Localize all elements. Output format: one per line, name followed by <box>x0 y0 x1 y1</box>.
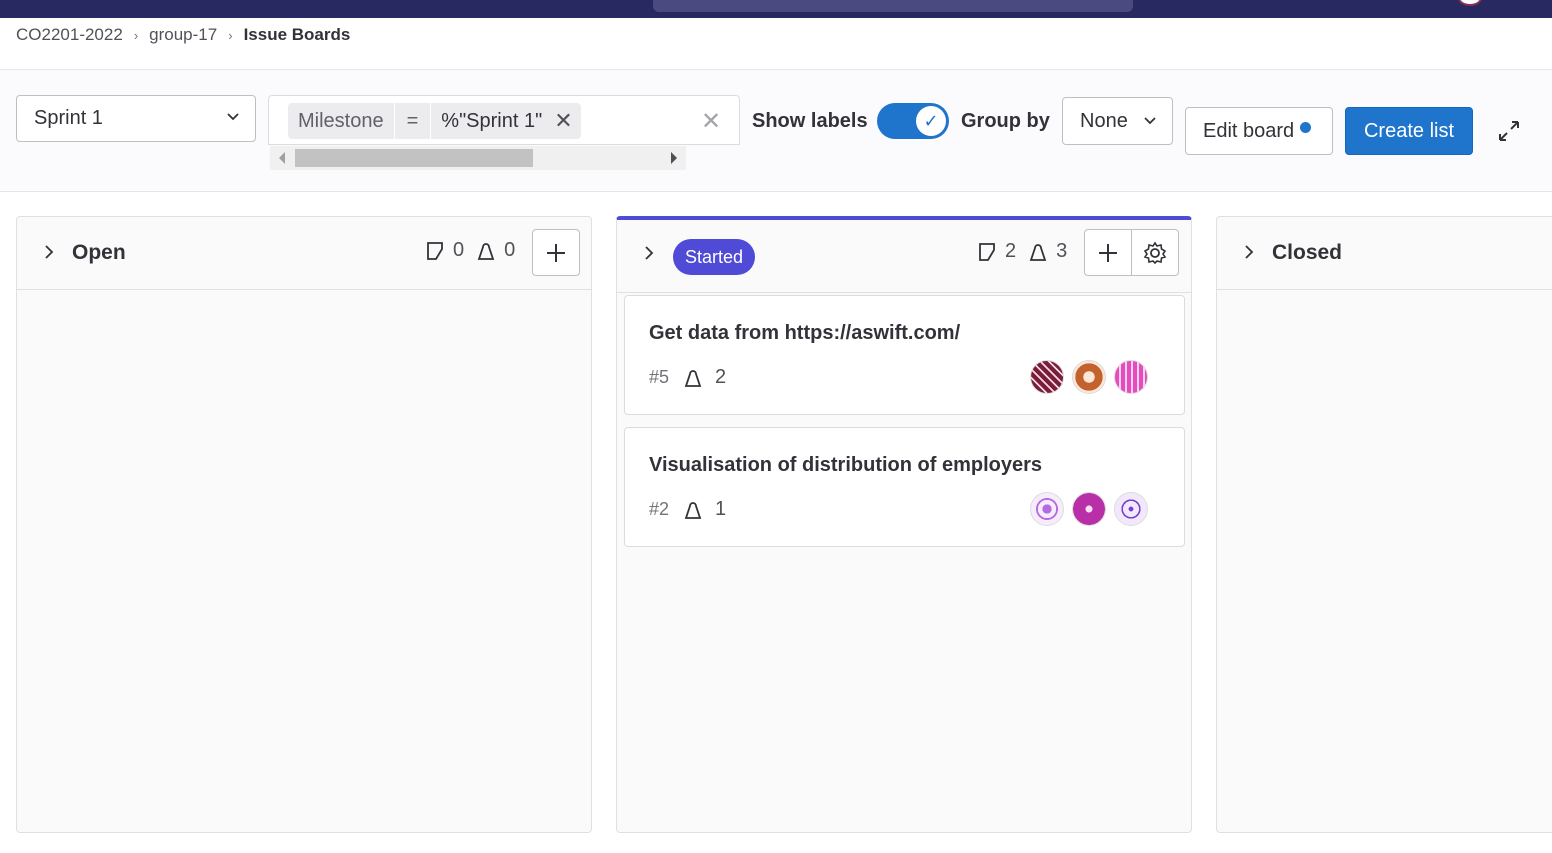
breadcrumb-project[interactable]: group-17 <box>149 25 217 45</box>
breadcrumb-separator-icon: › <box>133 27 139 43</box>
issue-meta: #5 2 <box>649 366 726 389</box>
weight-count: 3 <box>1056 240 1068 262</box>
issue-weight: 2 <box>715 366 727 388</box>
issue-number: #5 <box>649 367 670 387</box>
chevron-right-icon[interactable] <box>1243 245 1255 259</box>
issue-card[interactable]: Visualisation of distribution of employe… <box>624 427 1185 547</box>
show-labels-toggle[interactable]: ✓ <box>877 103 949 139</box>
edit-board-button[interactable]: Edit board <box>1185 107 1333 155</box>
issue-count: 2 <box>1005 240 1017 262</box>
breadcrumb-group[interactable]: CO2201-2022 <box>16 25 123 45</box>
group-by-value: None <box>1080 109 1128 132</box>
scroll-left-arrow-icon[interactable] <box>279 152 285 164</box>
breadcrumb: CO2201-2022 › group-17 › Issue Boards <box>16 22 350 48</box>
chevron-right-icon[interactable] <box>43 245 55 259</box>
global-search-bar[interactable] <box>653 0 1133 12</box>
list-settings-button[interactable] <box>1131 229 1179 276</box>
list-header: Started 2 3 <box>617 220 1191 293</box>
list-header: Open 0 0 <box>17 217 591 290</box>
assignee-avatar[interactable] <box>1030 360 1064 394</box>
breadcrumb-current[interactable]: Issue Boards <box>244 25 351 45</box>
remove-token-icon[interactable]: ✕ <box>554 108 572 134</box>
assignee-avatar[interactable] <box>1114 360 1148 394</box>
list-counts: 0 0 <box>425 239 515 262</box>
issues-icon <box>979 242 995 261</box>
user-avatar[interactable] <box>1458 0 1482 6</box>
chevron-down-icon <box>227 113 239 121</box>
filter-token-operator: = <box>393 103 432 139</box>
plus-icon <box>547 243 565 262</box>
chevron-right-icon[interactable] <box>643 246 655 260</box>
breadcrumb-separator-icon: › <box>228 27 233 43</box>
chevron-down-icon <box>1144 117 1156 125</box>
list-counts: 2 3 <box>977 240 1067 263</box>
assignee-avatar[interactable] <box>1030 492 1064 526</box>
notification-dot-icon <box>1300 121 1312 133</box>
filter-scrollbar[interactable] <box>270 146 686 170</box>
board-select-value: Sprint 1 <box>34 107 103 129</box>
assignee-avatar[interactable] <box>1072 360 1106 394</box>
scroll-right-arrow-icon[interactable] <box>671 152 677 164</box>
gear-icon <box>1143 241 1167 264</box>
issue-meta: #2 1 <box>649 498 726 521</box>
weight-icon <box>684 501 702 519</box>
filter-token-key: Milestone <box>288 103 394 139</box>
weight-icon <box>684 369 702 387</box>
group-by-label: Group by <box>961 110 1050 132</box>
weight-count: 0 <box>504 239 516 261</box>
assignee-avatar[interactable] <box>1114 492 1148 526</box>
new-issue-button[interactable] <box>532 229 580 276</box>
issues-icon <box>427 241 443 260</box>
issue-title[interactable]: Visualisation of distribution of employe… <box>649 454 1042 477</box>
weight-icon <box>477 242 495 260</box>
issue-number: #2 <box>649 499 670 519</box>
assignee-avatar[interactable] <box>1072 492 1106 526</box>
scrollbar-thumb[interactable] <box>295 149 533 167</box>
list-title: Closed <box>1272 241 1343 264</box>
list-header: Closed <box>1217 217 1552 290</box>
group-by-dropdown[interactable]: None <box>1062 97 1173 145</box>
plus-icon <box>1099 243 1117 262</box>
filter-token-value-wrap: %"Sprint 1" ✕ <box>431 103 581 139</box>
list-title: Open <box>72 241 126 264</box>
filter-token[interactable]: Milestone = %"Sprint 1" ✕ <box>288 103 581 139</box>
board-select-dropdown[interactable]: Sprint 1 <box>16 95 256 142</box>
issue-title[interactable]: Get data from https://aswift.com/ <box>649 322 960 345</box>
board-list-started: Started 2 3 Get data from https://aswift… <box>616 216 1192 833</box>
board-list-open: Open 0 0 <box>16 216 592 833</box>
fullscreen-expand-icon[interactable] <box>1496 118 1522 144</box>
new-issue-button[interactable] <box>1084 229 1132 276</box>
clear-filter-icon[interactable]: ✕ <box>701 107 721 136</box>
check-icon: ✓ <box>916 106 946 136</box>
edit-board-label: Edit board <box>1203 119 1295 142</box>
board-toolbar: Sprint 1 Milestone = %"Sprint 1" ✕ ✕ Sho… <box>0 69 1552 192</box>
top-navbar <box>0 0 1552 18</box>
filter-search-input[interactable]: Milestone = %"Sprint 1" ✕ ✕ <box>268 95 740 145</box>
assignee-avatars <box>1030 360 1148 394</box>
board-list-closed: Closed <box>1216 216 1552 833</box>
filter-token-value: %"Sprint 1" <box>441 109 543 132</box>
create-list-button[interactable]: Create list <box>1345 107 1473 155</box>
issue-count: 0 <box>453 239 465 261</box>
list-label-pill[interactable]: Started <box>673 239 756 275</box>
issue-card[interactable]: Get data from https://aswift.com/ #5 2 <box>624 295 1185 415</box>
assignee-avatars <box>1030 492 1148 526</box>
show-labels-label: Show labels <box>752 110 868 132</box>
issue-weight: 1 <box>715 498 727 520</box>
weight-icon <box>1029 243 1047 261</box>
